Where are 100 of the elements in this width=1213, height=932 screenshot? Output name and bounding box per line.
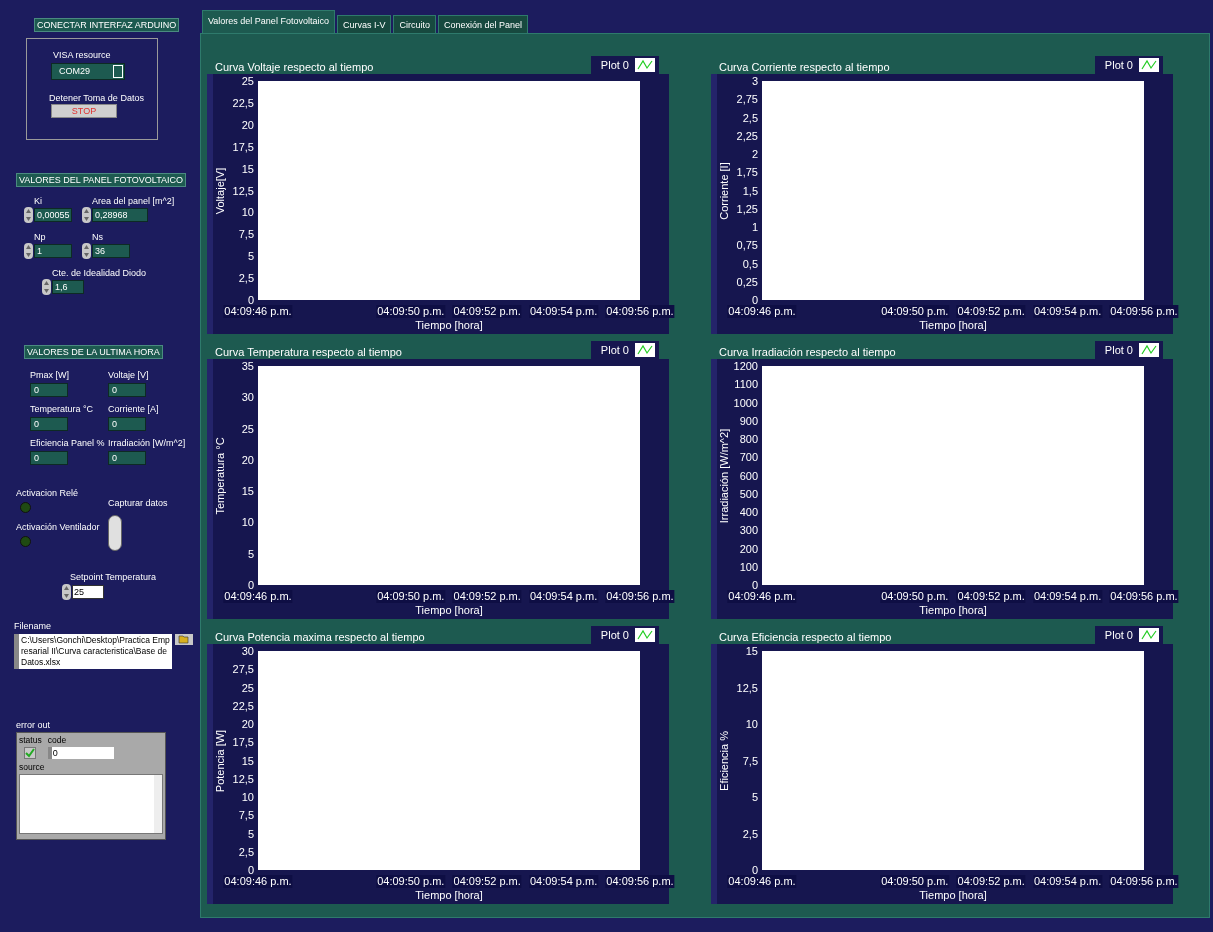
y-tick-label: 0 (246, 579, 254, 591)
tab[interactable]: Valores del Panel Fotovoltaico (202, 10, 335, 33)
y-tick-label: 2,5 (741, 111, 758, 124)
x-tick-label: 04:09:46 p.m. (727, 590, 797, 603)
y-tick-label: 35 (240, 360, 254, 372)
increment-arrows-icon[interactable] (82, 243, 91, 259)
plot-line-icon (1139, 628, 1159, 642)
x-tick-label: 04:09:56 p.m. (1109, 590, 1179, 603)
x-tick-label: 04:09:52 p.m. (956, 305, 1026, 318)
legend[interactable]: Plot 0 (1094, 341, 1163, 359)
y-axis-label: Potencia [W] (213, 729, 227, 792)
y-tick-label: 1000 (732, 396, 758, 409)
numeric-field[interactable]: 0,00055 (34, 208, 72, 222)
legend-label: Plot 0 (600, 344, 629, 356)
folder-icon[interactable] (175, 634, 193, 645)
chart-title: Curva Voltaje respecto al tiempo (214, 60, 374, 74)
y-tick-label: 10 (240, 516, 254, 529)
indicator-label: Temperatura °C (30, 403, 95, 415)
tab[interactable]: Circuito (393, 15, 436, 33)
toggle-switch[interactable] (108, 515, 122, 551)
y-tick-label: 15 (744, 645, 758, 657)
numeric-field[interactable]: 1,6 (52, 280, 84, 294)
increment-arrows-icon[interactable] (24, 207, 33, 223)
indicator-label: Irradiación [W/m^2] (108, 437, 187, 449)
y-tick-label: 0,5 (741, 257, 758, 270)
numeric-field[interactable]: 25 (72, 585, 104, 599)
numeric-indicator: 0 (108, 451, 146, 465)
x-tick-label: 04:09:46 p.m. (223, 875, 293, 888)
x-tick-label: 04:09:50 p.m. (880, 875, 950, 888)
x-tick-label: 04:09:46 p.m. (727, 875, 797, 888)
plot-line-icon (1139, 343, 1159, 357)
field-label: Detener Toma de Datos (49, 92, 145, 104)
field-label: Filename (14, 620, 52, 632)
legend[interactable]: Plot 0 (1094, 626, 1163, 644)
path-field[interactable]: C:\Users\Gonchi\Desktop\Practica Empresarial II\Curva caracteristica\Base de Datos.xlsx (14, 634, 172, 669)
legend[interactable]: Plot 0 (590, 341, 659, 359)
increment-arrows-icon[interactable] (62, 584, 71, 600)
y-tick-label: 7,5 (237, 228, 254, 241)
legend-label: Plot 0 (1104, 59, 1133, 71)
numeric-field[interactable]: 0,28968 (92, 208, 148, 222)
y-tick-label: 2,5 (237, 272, 254, 285)
y-tick-label: 25 (240, 681, 254, 694)
y-tick-label: 0 (750, 294, 758, 306)
y-axis-label: Corriente [I] (717, 161, 731, 220)
legend[interactable]: Plot 0 (590, 56, 659, 74)
x-axis-label: Tiempo [hora] (919, 604, 987, 617)
plot-line-icon (635, 58, 655, 72)
code-field: 0 (47, 747, 114, 759)
increment-arrows-icon[interactable] (82, 207, 91, 223)
y-tick-label: 25 (240, 75, 254, 87)
x-tick-label: 04:09:52 p.m. (452, 875, 522, 888)
tab[interactable]: Curvas I-V (336, 15, 392, 33)
y-tick-label: 0 (246, 294, 254, 306)
legend-label: Plot 0 (1104, 629, 1133, 641)
legend-label: Plot 0 (600, 629, 629, 641)
y-tick-label: 30 (240, 645, 254, 657)
cluster-label: error out (16, 719, 51, 731)
y-axis-label: Voltaje[V] (213, 167, 227, 214)
y-tick-label: 20 (240, 718, 254, 730)
legend-label: Plot 0 (1104, 344, 1133, 356)
y-tick-label: 5 (246, 250, 254, 263)
y-tick-label: 2,5 (237, 845, 254, 858)
numeric-indicator: 0 (30, 451, 68, 465)
chart-title: Curva Irradiación respecto al tiempo (718, 345, 896, 359)
numeric-indicator: 0 (30, 417, 68, 431)
x-axis-label: Tiempo [hora] (919, 889, 987, 902)
visa-resource-field[interactable]: COM29 (51, 63, 125, 80)
x-axis-label: Tiempo [hora] (919, 319, 987, 332)
indicator-label: Corriente [A] (108, 403, 160, 415)
x-tick-label: 04:09:52 p.m. (452, 590, 522, 603)
x-tick-label: 04:09:50 p.m. (376, 590, 446, 603)
x-tick-label: 04:09:54 p.m. (1032, 590, 1103, 603)
y-tick-label: 1 (750, 221, 758, 233)
scrollbar[interactable] (154, 775, 162, 833)
numeric-field[interactable]: 1 (34, 244, 72, 258)
legend-label: Plot 0 (600, 59, 629, 71)
y-tick-label: 900 (738, 414, 758, 427)
legend[interactable]: Plot 0 (1094, 56, 1163, 74)
dropdown-button[interactable] (113, 65, 123, 78)
field-label: Area del panel [m^2] (91, 195, 175, 207)
section-title: VALORES DEL PANEL FOTOVOLTAICO (16, 173, 187, 187)
y-tick-label: 20 (240, 118, 254, 131)
y-tick-label: 5 (246, 547, 254, 560)
increment-arrows-icon[interactable] (42, 279, 51, 295)
y-tick-label: 10 (240, 791, 254, 803)
y-tick-label: 25 (240, 422, 254, 435)
y-tick-label: 5 (246, 827, 254, 840)
led-label: Activación Ventilador (16, 521, 101, 533)
field-label: source (19, 762, 46, 773)
y-tick-label: 2,5 (741, 827, 758, 840)
y-tick-label: 2,75 (735, 93, 758, 106)
legend[interactable]: Plot 0 (590, 626, 659, 644)
chart-title: Curva Potencia maxima respecto al tiempo (214, 630, 425, 644)
y-tick-label: 300 (738, 524, 758, 537)
indicator-label: Eficiencia Panel % (30, 437, 106, 449)
y-tick-label: 7,5 (237, 809, 254, 822)
toggle-label: Capturar datos (108, 497, 168, 509)
numeric-field[interactable]: 36 (92, 244, 130, 258)
increment-arrows-icon[interactable] (24, 243, 33, 259)
tab[interactable]: Conexión del Panel (437, 15, 528, 33)
